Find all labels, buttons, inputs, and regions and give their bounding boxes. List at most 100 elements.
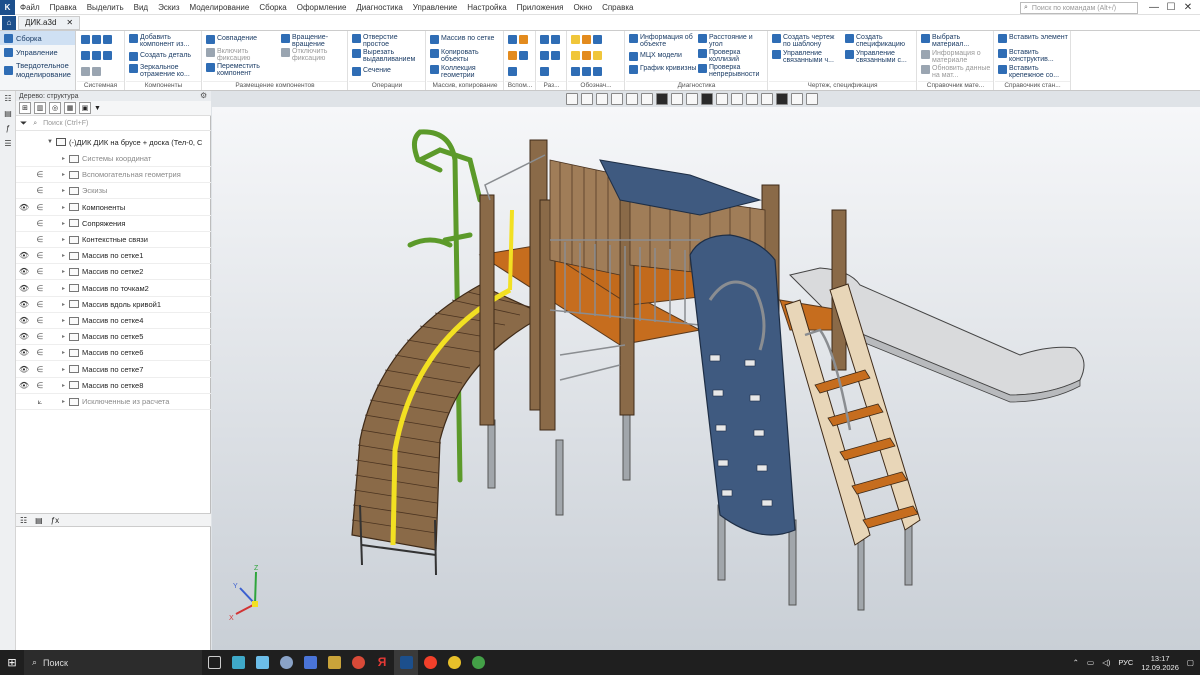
tree-item[interactable]: 👁 ∈ ▸ Массив по сетке2 [16, 264, 211, 281]
measure-icon[interactable] [731, 93, 743, 105]
expand-arrow-icon[interactable]: ▸ [62, 268, 69, 275]
leader-icon[interactable] [582, 35, 591, 44]
weld-icon[interactable] [593, 51, 602, 60]
rotation-button[interactable]: Вращение-вращение [281, 34, 347, 48]
tree-tab-icon[interactable]: ☷ [0, 91, 16, 106]
menu-settings[interactable]: Настройка [462, 3, 511, 12]
expand-arrow-icon[interactable]: ▸ [62, 220, 69, 227]
simple-hole-button[interactable]: Отверстие простое [352, 34, 424, 48]
redo-icon[interactable] [92, 67, 101, 76]
expand-arrow-icon[interactable]: ▸ [62, 187, 69, 194]
snap-icon[interactable] [791, 93, 803, 105]
plane-icon[interactable] [508, 35, 517, 44]
zoom-window-icon[interactable] [596, 93, 608, 105]
expand-arrow-icon[interactable]: ▸ [62, 236, 69, 243]
tree-item[interactable]: 👁 ∈ ▸ Массив вдоль кривой1 [16, 297, 211, 313]
menu-file[interactable]: Файл [15, 3, 45, 12]
undo-icon[interactable] [81, 67, 90, 76]
visibility-eye-icon[interactable]: 👁 [16, 332, 32, 341]
visibility-eye-icon[interactable]: 👁 [16, 365, 32, 374]
tree-item[interactable]: 👁 ∈ ▸ Массив по сетке8 [16, 378, 211, 394]
tree-view-icon[interactable]: ▣ [79, 102, 91, 114]
task-view-icon[interactable] [202, 650, 226, 675]
network-icon[interactable]: ▭ [1087, 658, 1094, 667]
visibility-eye-icon[interactable]: 👁 [16, 284, 32, 293]
volume-icon[interactable]: ◁) [1102, 658, 1110, 667]
menu-sketch[interactable]: Эскиз [153, 3, 184, 12]
home-icon[interactable]: ⌂ [2, 15, 16, 30]
distance-angle-button[interactable]: Расстояние и угол [698, 34, 766, 48]
close-tab-icon[interactable]: ✕ [66, 18, 73, 27]
variables-bottom-tab-icon[interactable]: ƒx [51, 516, 59, 525]
expand-arrow-icon[interactable]: ▸ [62, 204, 69, 211]
mode-solid-modeling[interactable]: Твердотельное моделирование [0, 59, 75, 81]
menu-diagnostics[interactable]: Диагностика [351, 3, 407, 12]
3d-viewport[interactable]: Z X Y [212, 107, 1200, 650]
panel-settings-icon[interactable]: ⚙ [200, 91, 210, 101]
insert-fastener-button[interactable]: Вставить крепежное со... [998, 65, 1070, 79]
expand-arrow-icon[interactable]: ▸ [62, 155, 69, 162]
tree-item[interactable]: 👁 ∈ ▸ Массив по точкам2 [16, 281, 211, 297]
menu-apps[interactable]: Приложения [512, 3, 569, 12]
appearance-icon[interactable] [761, 93, 773, 105]
mass-properties-button[interactable]: МЦХ модели [629, 52, 682, 61]
properties-bottom-tab-icon[interactable]: ▤ [35, 516, 43, 525]
language-indicator[interactable]: РУС [1118, 658, 1133, 667]
filter-icon[interactable] [776, 93, 788, 105]
visibility-icon[interactable] [716, 93, 728, 105]
object-info-button[interactable]: Информация об объекте [629, 34, 697, 48]
zoom-fit-icon[interactable] [581, 93, 593, 105]
pan-icon[interactable] [611, 93, 623, 105]
cs-icon[interactable] [519, 51, 528, 60]
print-icon[interactable] [81, 51, 90, 60]
menu-manage[interactable]: Управление [408, 3, 462, 12]
axis-icon[interactable] [519, 35, 528, 44]
app-icon-6[interactable] [442, 650, 466, 675]
tree-item[interactable]: 👁 ∈ ▸ Массив по сетке7 [16, 362, 211, 378]
tree-search-input[interactable]: ⏷ ⌕ Поиск (Ctrl+F) [16, 117, 211, 131]
text-icon[interactable] [571, 67, 580, 76]
enable-fix-button[interactable]: Включить фиксацию [206, 48, 276, 62]
filter-icon[interactable]: ⏷ [20, 118, 27, 129]
mark-icon[interactable] [582, 51, 591, 60]
kompas-icon[interactable] [394, 650, 418, 675]
menu-help[interactable]: Справка [597, 3, 638, 12]
rotate-icon[interactable] [626, 93, 638, 105]
visibility-eye-icon[interactable]: 👁 [16, 348, 32, 357]
tree-item[interactable]: 👁 ∈ ▸ Массив по сетке1 [16, 248, 211, 265]
app-icon-1[interactable] [226, 650, 250, 675]
copy-icon[interactable] [92, 51, 101, 60]
visibility-eye-icon[interactable]: 👁 [16, 251, 32, 260]
linear-size-icon[interactable] [540, 35, 549, 44]
save-icon[interactable] [103, 35, 112, 44]
section-button[interactable]: Сечение [352, 67, 391, 76]
tree-item[interactable]: ▸ Системы координат [16, 151, 211, 167]
hide-show-icon[interactable] [701, 93, 713, 105]
edit-view-icon[interactable] [806, 93, 818, 105]
tree-item[interactable]: ∈ ▸ Контекстные связи [16, 232, 211, 248]
expand-arrow-icon[interactable]: ▸ [62, 366, 69, 373]
create-spec-button[interactable]: Создать спецификацию [845, 34, 915, 48]
base-icon[interactable] [593, 35, 602, 44]
position-icon[interactable] [593, 67, 602, 76]
manage-drawings-button[interactable]: Управление связанными ч... [772, 50, 842, 64]
select-material-button[interactable]: Выбрать материал... [921, 34, 993, 48]
add-component-button[interactable]: Добавить компонент из... [129, 34, 201, 48]
display-mode-icon[interactable] [671, 93, 683, 105]
coincidence-button[interactable]: Совпадение [206, 35, 257, 44]
extrude-cut-button[interactable]: Вырезать выдавливанием [352, 49, 424, 63]
structure-view-icon[interactable]: ⊞ [19, 102, 31, 114]
expand-arrow-icon[interactable]: ▼ [16, 139, 56, 145]
grid-array-button[interactable]: Массив по сетке [430, 35, 494, 44]
copy-objects-button[interactable]: Копировать объекты [430, 49, 502, 63]
material-info-button[interactable]: Информация о материале [921, 50, 993, 64]
paste-icon[interactable] [103, 51, 112, 60]
new-file-icon[interactable] [81, 35, 90, 44]
expand-arrow-icon[interactable]: ▸ [62, 252, 69, 259]
radius-size-icon[interactable] [540, 51, 549, 60]
menu-assembly[interactable]: Сборка [254, 3, 291, 12]
app-icon-2[interactable] [250, 650, 274, 675]
mirror-component-button[interactable]: Зеркальное отражение ко... [129, 64, 201, 78]
menu-view[interactable]: Вид [129, 3, 153, 12]
tree-item[interactable]: 👁 ∈ ▸ Массив по сетке5 [16, 329, 211, 346]
